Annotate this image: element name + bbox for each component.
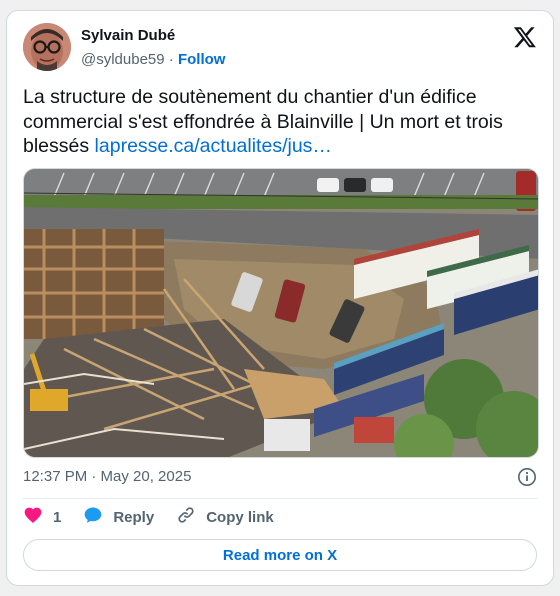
like-button[interactable]: 1 bbox=[23, 505, 61, 529]
tweet-text: La structure de soutènement du chantier … bbox=[23, 85, 533, 159]
author-handle[interactable]: @syldube59 bbox=[81, 51, 165, 68]
tweet-photo[interactable] bbox=[23, 168, 539, 458]
tweet-card: Sylvain Dubé @syldube59 · Follow La stru… bbox=[6, 10, 554, 586]
speech-bubble-icon bbox=[83, 505, 113, 529]
handle-separator: · bbox=[168, 51, 174, 68]
author-name[interactable]: Sylvain Dubé bbox=[81, 27, 175, 44]
action-bar: 1 Reply Copy link bbox=[23, 507, 296, 527]
tweet-link[interactable]: lapresse.ca/actualites/jus… bbox=[95, 135, 332, 157]
follow-button[interactable]: Follow bbox=[178, 51, 226, 68]
divider bbox=[23, 498, 537, 499]
info-icon[interactable] bbox=[517, 467, 537, 487]
heart-icon bbox=[23, 505, 53, 529]
link-icon bbox=[176, 505, 206, 529]
reply-button[interactable]: Reply bbox=[83, 505, 154, 529]
tweet-timestamp[interactable]: 12:37 PM · May 20, 2025 bbox=[23, 468, 191, 485]
x-logo-icon[interactable] bbox=[513, 25, 537, 49]
copy-link-label: Copy link bbox=[206, 508, 274, 526]
read-more-button[interactable]: Read more on X bbox=[23, 539, 537, 571]
author-handle-row: @syldube59 · Follow bbox=[81, 51, 225, 68]
reply-label: Reply bbox=[113, 508, 155, 526]
copy-link-button[interactable]: Copy link bbox=[176, 505, 274, 529]
like-count: 1 bbox=[53, 508, 62, 526]
author-avatar[interactable] bbox=[23, 23, 71, 71]
